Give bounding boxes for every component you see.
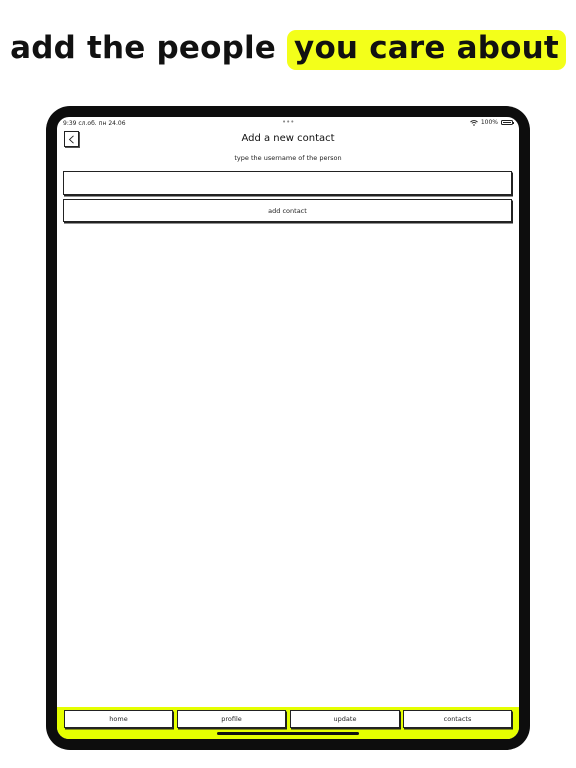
multitasking-dots[interactable]: ••• [282, 118, 294, 126]
promo-headline: add the people you care about [0, 30, 576, 70]
add-contact-button[interactable]: add contact [63, 199, 512, 222]
bottom-nav: home profile update contacts [57, 707, 519, 739]
username-input[interactable] [63, 171, 512, 195]
page-subtitle: type the username of the person [234, 154, 342, 162]
nav-profile-button[interactable]: profile [177, 710, 286, 728]
home-indicator[interactable] [217, 732, 359, 735]
page-title: Add a new contact [241, 133, 335, 144]
nav-home-button[interactable]: home [64, 710, 173, 728]
nav-update-button[interactable]: update [290, 710, 400, 728]
status-bar: 9:39 сл.об. пн 24.06 ••• 100% [57, 117, 519, 129]
wifi-icon [470, 119, 478, 126]
tablet-frame: 9:39 сл.об. пн 24.06 ••• 100% Add a new [46, 106, 530, 750]
nav-contacts-button[interactable]: contacts [403, 710, 512, 728]
status-time: 9:39 сл.об. пн 24.06 [63, 120, 126, 127]
headline-highlight: you care about [287, 30, 566, 70]
headline-prefix: add the people [10, 30, 277, 66]
status-right: 100% [470, 119, 514, 126]
battery-icon [501, 120, 514, 125]
battery-percent: 100% [480, 119, 498, 126]
app-screen: 9:39 сл.об. пн 24.06 ••• 100% Add a new [57, 117, 519, 739]
